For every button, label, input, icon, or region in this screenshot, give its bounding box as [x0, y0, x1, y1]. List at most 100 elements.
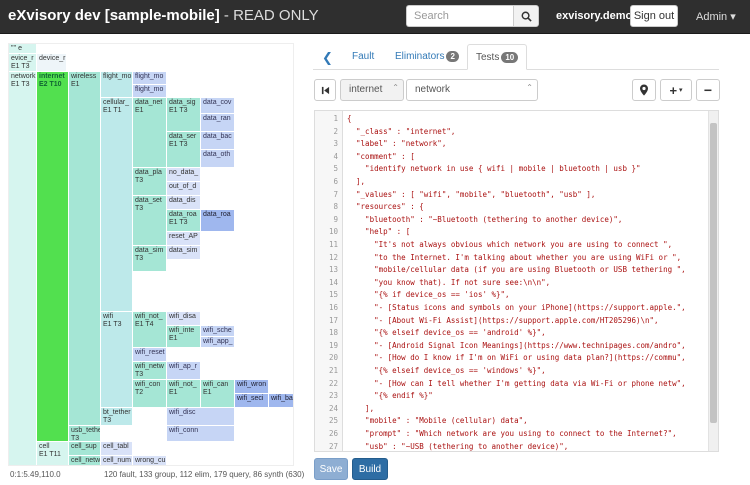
tree-cell-bt-tether[interactable]: bt_tether T3 [101, 408, 133, 426]
tree-cell-device-r2[interactable]: device_r [37, 54, 67, 72]
tree-cell-data-pla[interactable]: data_pla T3 [133, 168, 167, 196]
tree-cell-data-cov[interactable]: data_cov [201, 98, 235, 114]
tree-cell-device-r[interactable]: evice_r E1 T3 [9, 54, 37, 72]
tab-tests[interactable]: Tests 10 [467, 44, 528, 70]
remove-button[interactable]: − [696, 79, 720, 101]
line-number: 19 [328, 340, 338, 350]
search-button[interactable] [513, 5, 539, 27]
tree-cell-label: wifi [103, 313, 114, 320]
line-number: 21 [328, 366, 338, 375]
search-input[interactable] [406, 5, 514, 27]
tree-cell-wifi-netw[interactable]: wifi_netw T3 [133, 362, 167, 380]
sign-out-button[interactable]: Sign out [630, 5, 678, 27]
tree-cell-data-roa2[interactable]: data_roa [201, 210, 235, 232]
tree-cell-no-data[interactable]: no_data_ [167, 168, 201, 182]
tree-cell-sub: T3 [135, 255, 144, 262]
tree-cell-wifi-sche[interactable]: wifi_sche [201, 326, 235, 337]
code-line: "prompt" : "Which network are you using … [347, 429, 677, 438]
line-number: 12 [328, 252, 338, 262]
tree-cell-flight-mo3[interactable]: flight_mo [133, 85, 167, 98]
tree-cell-wifi-disa[interactable]: wifi_disa [167, 312, 201, 326]
code-line: "_values" : [ "wifi", "mobile", "bluetoo… [347, 189, 596, 199]
tree-cell-data-ser[interactable]: data_ser E1 T3 [167, 132, 201, 168]
tree-cell-sub: E1 T3 [11, 63, 30, 70]
tree-cell-wifi-ap-r[interactable]: wifi_ap_r [167, 362, 201, 380]
tree-cell-flight-mo2[interactable]: flight_mo [133, 72, 167, 85]
tree-cell-wifi-conn[interactable]: wifi_conn [167, 426, 235, 442]
tree-cell-internet[interactable]: internet E2 T10 [37, 72, 69, 442]
code-area[interactable]: { "_class" : "internet", "label" : "netw… [347, 111, 709, 451]
tree-cell-network[interactable]: network E1 T3 [9, 72, 37, 465]
tree-cell-cell-num[interactable]: cell_num [101, 456, 133, 465]
tree-cell-data-sig[interactable]: data_sig E1 T3 [167, 98, 201, 132]
tree-cell-reset-ap[interactable]: reset_AP [167, 232, 201, 246]
tree-cell-data-sim2[interactable]: data_sim [167, 246, 201, 260]
tree-cell-data-net[interactable]: data_net E1 [133, 98, 167, 168]
tree-cell-cell-tabl[interactable]: cell_tabl [101, 442, 133, 456]
tree-cell-data-set[interactable]: data_set T3 [133, 196, 167, 246]
tree-cell-wifi-seci[interactable]: wifi_seci [235, 394, 269, 408]
scrollbar-thumb[interactable] [710, 123, 717, 423]
json-editor[interactable]: 1 2 3 4 5 6 7 8 9 10 11 12 13 14 15 16 17 18 19 20 21 22 23 24 2… [314, 110, 719, 452]
tree-cell-wifi[interactable]: wifi E1 T3 [101, 312, 133, 408]
tree-cell-wifi-can[interactable]: wifi_can E1 [201, 380, 235, 408]
tree-cell-data-oth[interactable]: data_oth [201, 150, 235, 168]
tree-cell-flight-mo[interactable]: flight_mo [101, 72, 133, 98]
code-line: "resources" : { [347, 202, 424, 212]
tree-cell-wifi-reset[interactable]: wifi_reset [133, 348, 167, 362]
line-number: 26 [328, 429, 338, 438]
line-number: 16 [328, 303, 338, 312]
tree-cell-data-ran[interactable]: data_ran [201, 114, 235, 132]
tree-cell-usb-tether[interactable]: usb_tethe T3 [69, 426, 101, 442]
tree-coordinates: 0:1:5.49,110.0 [10, 470, 61, 479]
tree-cell-wrong-cu[interactable]: wrong_cu [133, 456, 167, 465]
chevron-left-icon[interactable]: ❮ [322, 50, 333, 66]
node-select[interactable]: network ⌃ [406, 79, 538, 101]
tree-cell-wifi-con[interactable]: wifi_con T2 [133, 380, 167, 408]
tree-cell-label: usb_tethe [71, 427, 101, 434]
tree-cell-sub: E1 T3 [103, 321, 122, 328]
tree-cell-cell-netw[interactable]: cell_netw [69, 456, 101, 465]
tree-cell-cell[interactable]: cell E1 T11 [37, 442, 69, 465]
tree-cell-wireless[interactable]: wireless E1 [69, 72, 101, 426]
brand[interactable]: eXvisory dev [sample-mobile] - READ ONLY [8, 7, 319, 24]
code-line: "mobile" : "Mobile (cellular) data", [347, 416, 528, 426]
navbar: eXvisory dev [sample-mobile] - READ ONLY… [0, 0, 750, 34]
save-button[interactable]: Save [314, 458, 348, 480]
code-line: "help" : [ [347, 227, 411, 237]
code-line: "- [How do I know if I'm on WiFi or usin… [347, 353, 686, 363]
tree-cell-cellular[interactable]: cellular_ E1 T1 [101, 98, 133, 312]
tree-cell-out-of-d[interactable]: out_of_d [167, 182, 201, 196]
line-number: 23 [328, 391, 338, 401]
editor-scrollbar[interactable] [708, 111, 718, 451]
tree-cell-wifi-disc[interactable]: wifi_disc [167, 408, 235, 426]
code-line: "- [Android Signal Icon Meanings](https:… [347, 340, 686, 350]
add-dropdown-button[interactable]: + ▾ [660, 79, 692, 101]
tree-cell-wifi-not[interactable]: wifi_not_ E1 T4 [133, 312, 167, 348]
tree-cell-wifi-wron[interactable]: wifi_wron [235, 380, 269, 394]
locate-button[interactable] [632, 79, 656, 101]
tree-cell-wifi-inte[interactable]: wifi_inte E1 [167, 326, 201, 348]
class-select[interactable]: internet ⌃ [340, 79, 404, 101]
build-button[interactable]: Build [352, 458, 388, 480]
read-only-label: - READ ONLY [219, 7, 319, 24]
tree-cell-wifi-bad[interactable]: wifi_bad_ [269, 394, 293, 408]
tree-cell-data-dis[interactable]: data_dis [167, 196, 201, 210]
tree-cell-top[interactable]: "'' e [9, 44, 37, 54]
tree-cell-wifi-not2[interactable]: wifi_not_ E1 [167, 380, 201, 408]
first-node-button[interactable] [314, 79, 336, 101]
tree-cell-label: wifi_not_ [135, 313, 163, 320]
tab-label: Eliminators [395, 51, 445, 62]
tree-cell-cell-sup[interactable]: cell_sup [69, 442, 101, 456]
tree-cell-data-sim[interactable]: data_sim T3 [133, 246, 167, 272]
tree-cell-wifi-app[interactable]: wifi_app_ [201, 337, 235, 348]
admin-menu[interactable]: Admin ▾ [696, 10, 736, 23]
tree-cell-data-roa[interactable]: data_roa E1 T3 [167, 210, 201, 232]
tree-cell-label: network [11, 73, 36, 80]
tree-cell-sub: E1 [169, 389, 178, 396]
tab-eliminators[interactable]: Eliminators 2 [387, 44, 467, 70]
tree-cell-sub: T3 [71, 435, 80, 442]
tab-fault[interactable]: Fault [344, 44, 382, 70]
tree-cell-data-bac[interactable]: data_bac [201, 132, 235, 150]
chevron-down-icon: ⌃ [392, 83, 399, 92]
